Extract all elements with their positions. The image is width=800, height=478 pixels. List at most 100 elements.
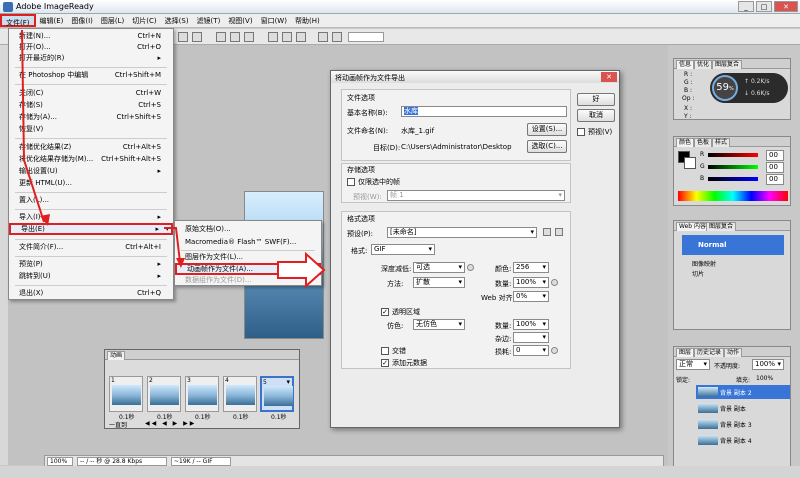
choose-button[interactable]: 选取(C)... [527, 140, 567, 153]
amount2-select[interactable]: 100% [513, 319, 549, 330]
preset-select[interactable]: [未命名] [387, 227, 537, 238]
transparency-checkbox[interactable]: ✓ [381, 308, 389, 316]
tab-optimize[interactable]: 优化 [694, 60, 713, 69]
method-label: 方法: [387, 280, 404, 288]
speed-up: ↑ 0.2K/s [744, 78, 770, 85]
metadata-checkbox[interactable]: ✓ [381, 359, 389, 367]
frame-thumbnail [112, 385, 141, 405]
only-selected-checkbox[interactable] [347, 178, 355, 186]
animation-frame[interactable]: 2 [147, 376, 181, 412]
delete-preset-icon[interactable] [555, 228, 563, 236]
animation-frame[interactable]: 1 [109, 376, 143, 412]
target-path: C:\Users\Administrator\Desktop [401, 143, 512, 151]
cancel-button[interactable]: 取消 [577, 109, 615, 122]
amount2-label: 数量: [495, 322, 512, 330]
web-item-slices[interactable]: 切片 [692, 269, 704, 278]
tab-actions[interactable]: 动作 [724, 348, 743, 357]
export-frames-dialog: 将动画帧作为文件导出 ✕ 文件选项 基本名称(B): 水库 文件命名(N): 水… [330, 70, 620, 428]
r-value[interactable]: 00 [766, 150, 784, 161]
colors-label: 颜色: [495, 265, 512, 273]
preview-frame-select: 帧 1 [387, 190, 565, 201]
opacity-select[interactable]: 100% [752, 359, 784, 370]
preview-label: 预视(V) [588, 128, 613, 136]
amount-mask-icon[interactable] [551, 279, 558, 286]
tab-layer-comps[interactable]: 图层复合 [712, 60, 743, 69]
zoom-field[interactable]: 100% [47, 457, 73, 466]
dialog-title: 将动画帧作为文件导出 [331, 71, 619, 83]
ok-button[interactable]: 好 [577, 93, 615, 106]
animation-frame[interactable]: 3 [185, 376, 219, 412]
info-y: Y : [684, 113, 692, 120]
group-heading: 文件选项 [347, 94, 375, 102]
opacity-label: 不透明度: [714, 363, 741, 370]
playback-controls[interactable]: ◀◀ ◀ ▶ ▶▶ [145, 420, 196, 427]
animation-panel: 动画 1 2 3 4 5 0.1秒 0.1秒 0.1秒 0.1秒 0.1秒 一直… [104, 349, 300, 429]
tab-web-content[interactable]: Web 内容 [676, 222, 709, 231]
info-g: G : [684, 79, 693, 86]
reduction-select[interactable]: 可选 [413, 262, 465, 273]
g-value[interactable]: 00 [766, 162, 784, 173]
channel-r-label: R [700, 151, 705, 158]
background-swatch[interactable] [684, 157, 696, 169]
g-slider[interactable] [708, 165, 758, 169]
dialog-close-button[interactable]: ✕ [601, 72, 617, 82]
color-ramp[interactable] [678, 191, 788, 201]
dither-select[interactable]: 无仿色 [413, 319, 465, 330]
palette-icon[interactable] [467, 264, 474, 271]
red-arrow-1 [21, 29, 45, 223]
tab-styles[interactable]: 样式 [712, 138, 731, 147]
b-slider[interactable] [708, 177, 758, 181]
frame-delay[interactable]: 0.1秒 [271, 412, 287, 421]
download-time-field[interactable]: -- / -- 秒 @ 28.8 Kbps [77, 457, 167, 466]
speed-down: ↓ 0.6K/s [744, 90, 770, 97]
blend-mode-select[interactable]: 正常 [676, 359, 710, 370]
loop-select[interactable]: 一直到 [109, 420, 127, 429]
red-arrowhead-2 [176, 258, 185, 268]
lock-label: 锁定: [676, 377, 691, 384]
matte-select[interactable] [513, 332, 549, 343]
frame-delay[interactable]: 0.1秒 [233, 412, 249, 421]
r-slider[interactable] [708, 153, 758, 157]
preview-checkbox[interactable] [577, 128, 585, 136]
interlaced-checkbox[interactable] [381, 347, 389, 355]
web-snap-select[interactable]: 0% [513, 291, 549, 302]
channel-b-label: B [700, 175, 705, 182]
save-preset-icon[interactable] [543, 228, 551, 236]
amount-select[interactable]: 100% [513, 277, 549, 288]
web-content-panel: Web 内容 图层复合 Normal 图像映射 切片 [673, 220, 791, 330]
frame-delay[interactable]: 0.1秒 [195, 412, 211, 421]
b-value[interactable]: 00 [766, 174, 784, 185]
tab-info[interactable]: 信息 [676, 60, 695, 69]
format-select[interactable]: GIF [371, 244, 435, 255]
tab-history[interactable]: 历史记录 [694, 348, 725, 357]
format-label: 格式: [351, 247, 368, 255]
red-block-arrow [277, 251, 326, 289]
web-item-image-map[interactable]: 图像映射 [692, 259, 716, 268]
layers-panel: 图层 历史记录 动作 正常 不透明度: 100% 锁定: 填充: 100% 背景… [673, 346, 791, 468]
basename-input[interactable]: 水库 [401, 106, 567, 117]
preset-label: 预设(P): [347, 230, 374, 238]
layer-thumbnail [698, 419, 718, 429]
tab-animation[interactable]: 动画 [107, 351, 126, 360]
web-item-normal[interactable]: Normal [682, 235, 784, 255]
preview-frame-label: 预视(W): [353, 193, 382, 201]
settings-button[interactable]: 设置(S)... [527, 123, 567, 136]
lossy-mask-icon[interactable] [551, 347, 558, 354]
animation-frame[interactable]: 4 [223, 376, 257, 412]
file-size-field[interactable]: ~19K / -- GIF [171, 457, 231, 466]
tab-color[interactable]: 颜色 [676, 138, 695, 147]
animation-frame-selected[interactable]: 5 [260, 376, 294, 412]
group-heading: 存储选项 [347, 166, 375, 174]
frame-thumbnail [150, 385, 179, 405]
group-heading: 格式选项 [347, 215, 375, 223]
fill-value[interactable]: 100% [756, 375, 773, 382]
info-b: B : [684, 87, 693, 94]
channel-g-label: G [700, 163, 705, 170]
transparency-label: 透明区域 [392, 308, 420, 316]
method-select[interactable]: 扩散 [413, 277, 465, 288]
tab-swatches[interactable]: 色板 [694, 138, 713, 147]
tab-layers[interactable]: 图层 [676, 348, 695, 357]
lossy-select[interactable]: 0 [513, 345, 549, 356]
colors-select[interactable]: 256 [513, 262, 549, 273]
tab-layer-comps[interactable]: 图层复合 [706, 222, 737, 231]
